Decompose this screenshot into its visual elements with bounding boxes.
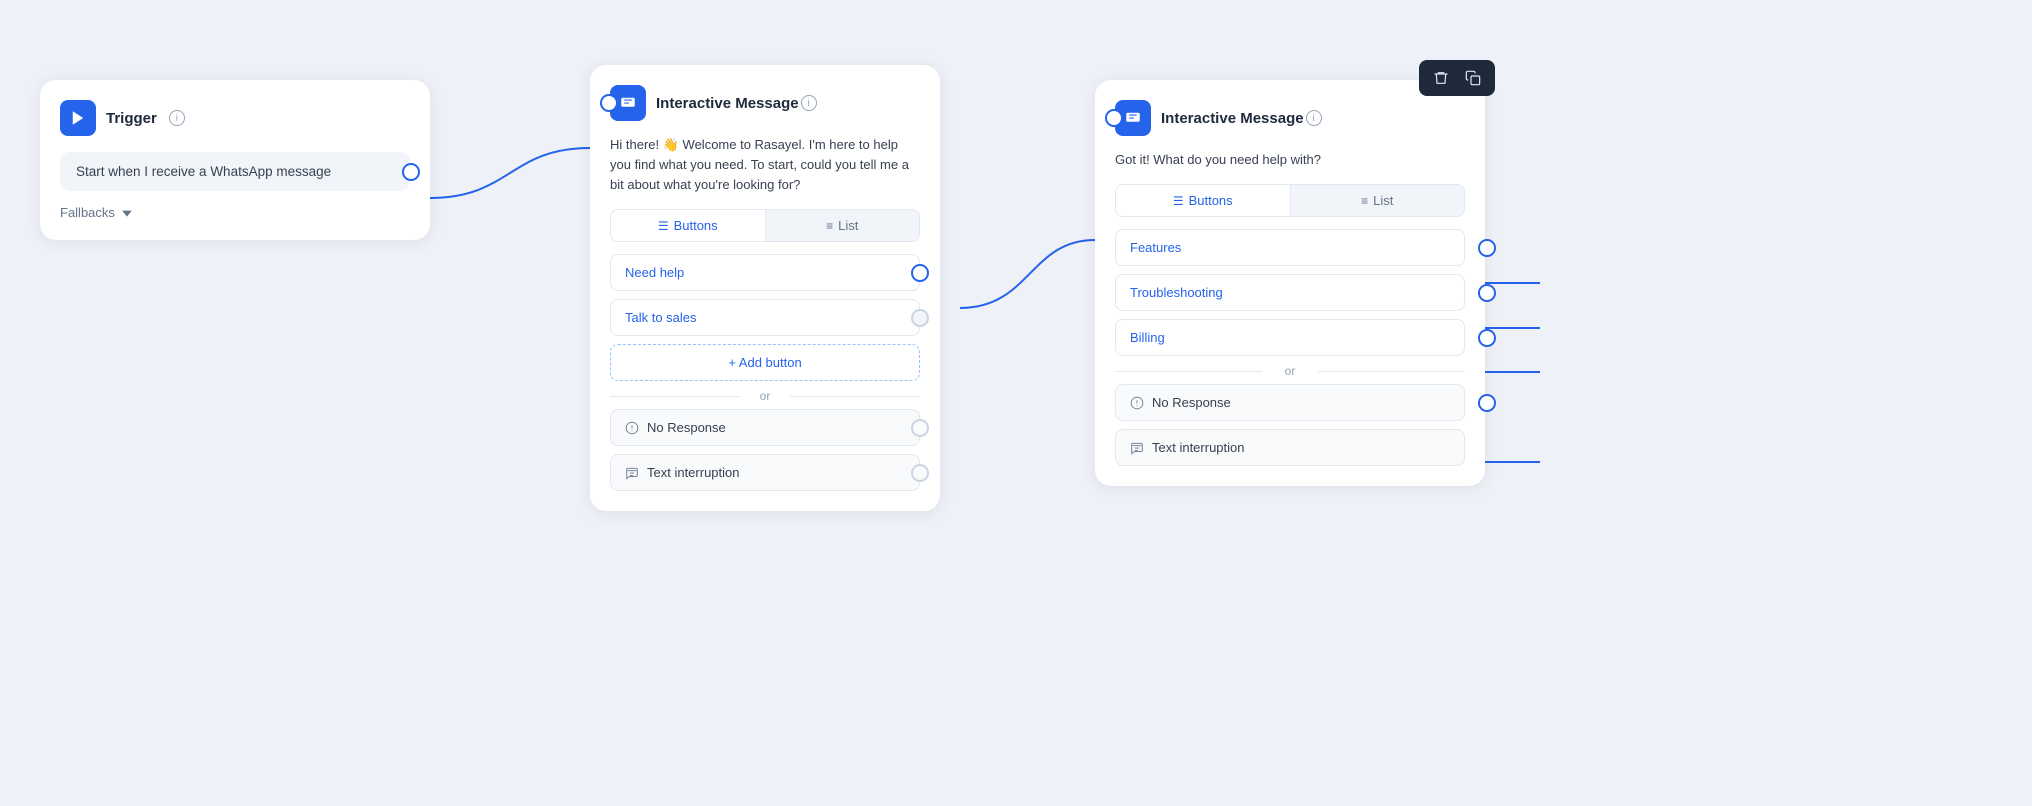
or-text-1: or [754, 389, 777, 403]
option-features[interactable]: Features [1115, 229, 1465, 266]
or-divider-1: or [610, 389, 920, 403]
im-card-1: Interactive Message i Hi there! 👋 Welcom… [590, 65, 940, 511]
need-help-connector [911, 264, 929, 282]
buttons-tab-icon-1: ☰ [658, 219, 669, 233]
no-response-item-1[interactable]: No Response [610, 409, 920, 446]
message-icon-1 [619, 94, 637, 112]
buttons-tab-icon-2: ☰ [1173, 194, 1184, 208]
trigger-icon [60, 100, 96, 136]
option-talk-to-sales-text: Talk to sales [625, 310, 697, 325]
trigger-info-icon[interactable]: i [169, 110, 185, 126]
option-billing-text: Billing [1130, 330, 1165, 345]
message-icon-2 [1124, 109, 1142, 127]
im-card-2-left-connector [1105, 109, 1123, 127]
no-response-text-2: No Response [1152, 395, 1231, 410]
text-interruption-item-2[interactable]: Text interruption [1115, 429, 1465, 466]
copy-icon [1465, 70, 1481, 86]
text-interruption-item-1[interactable]: Text interruption [610, 454, 920, 491]
card-2-actions [1419, 60, 1495, 96]
list-tab-icon-2: ≡ [1361, 194, 1368, 208]
trigger-title: Trigger [106, 110, 157, 127]
option-need-help[interactable]: Need help [610, 254, 920, 291]
trash-button[interactable] [1427, 64, 1455, 92]
im-card-1-left-connector [600, 94, 618, 112]
tab-list-1[interactable]: ≡ List [766, 210, 920, 241]
trigger-message-text: Start when I receive a WhatsApp message [76, 164, 331, 179]
text-interruption-icon-2 [1130, 441, 1144, 455]
option-billing[interactable]: Billing [1115, 319, 1465, 356]
option-need-help-text: Need help [625, 265, 684, 280]
no-response-connector-2 [1478, 394, 1496, 412]
list-tab-label-1: List [838, 218, 858, 233]
no-response-connector-1 [911, 419, 929, 437]
list-tab-icon-1: ≡ [826, 219, 833, 233]
play-icon [69, 109, 87, 127]
no-response-text-1: No Response [647, 420, 726, 435]
add-button-text: + Add button [728, 355, 801, 370]
fallbacks-label: Fallbacks [60, 205, 115, 220]
trigger-box[interactable]: Start when I receive a WhatsApp message [60, 152, 410, 191]
buttons-tab-label-2: Buttons [1189, 193, 1233, 208]
buttons-tab-label-1: Buttons [674, 218, 718, 233]
trigger-card: Trigger i Start when I receive a WhatsAp… [40, 80, 430, 240]
fallbacks-row[interactable]: Fallbacks [60, 205, 410, 220]
no-response-item-2[interactable]: No Response [1115, 384, 1465, 421]
list-tab-label-2: List [1373, 193, 1393, 208]
im-card-1-header: Interactive Message i [610, 85, 920, 121]
option-troubleshooting-text: Troubleshooting [1130, 285, 1223, 300]
im-card-2-header: Interactive Message i [1115, 100, 1465, 136]
talk-to-sales-connector [911, 309, 929, 327]
im-card-1-tabs: ☰ Buttons ≡ List [610, 209, 920, 242]
text-interruption-icon-1 [625, 466, 639, 480]
im-card-1-body: Hi there! 👋 Welcome to Rasayel. I'm here… [610, 135, 920, 195]
tab-list-2[interactable]: ≡ List [1291, 185, 1465, 216]
im-card-2-tabs: ☰ Buttons ≡ List [1115, 184, 1465, 217]
canvas: Trigger i Start when I receive a WhatsAp… [0, 0, 2032, 806]
text-interruption-text-2: Text interruption [1152, 440, 1245, 455]
trigger-connector-dot [402, 163, 420, 181]
option-talk-to-sales[interactable]: Talk to sales [610, 299, 920, 336]
no-response-icon-2 [1130, 396, 1144, 410]
tab-buttons-1[interactable]: ☰ Buttons [611, 210, 766, 241]
im-card-1-title: Interactive Message [656, 95, 799, 112]
add-button-row[interactable]: + Add button [610, 344, 920, 381]
no-response-icon-1 [625, 421, 639, 435]
im-card-2-body: Got it! What do you need help with? [1115, 150, 1465, 170]
text-interruption-connector-1 [911, 464, 929, 482]
or-divider-2: or [1115, 364, 1465, 378]
option-features-text: Features [1130, 240, 1181, 255]
billing-connector [1478, 329, 1496, 347]
option-troubleshooting[interactable]: Troubleshooting [1115, 274, 1465, 311]
or-text-2: or [1279, 364, 1302, 378]
tab-buttons-2[interactable]: ☰ Buttons [1116, 185, 1291, 216]
im-card-1-info-icon[interactable]: i [801, 95, 817, 111]
im-card-2-title: Interactive Message [1161, 110, 1304, 127]
trigger-card-header: Trigger i [60, 100, 410, 136]
text-interruption-text-1: Text interruption [647, 465, 740, 480]
im-card-2-info-icon[interactable]: i [1306, 110, 1322, 126]
features-connector [1478, 239, 1496, 257]
copy-button[interactable] [1459, 64, 1487, 92]
fallbacks-chevron-icon [121, 207, 133, 219]
troubleshooting-connector [1478, 284, 1496, 302]
im-card-2: Interactive Message i Got it! What do yo… [1095, 80, 1485, 486]
trash-icon [1433, 70, 1449, 86]
